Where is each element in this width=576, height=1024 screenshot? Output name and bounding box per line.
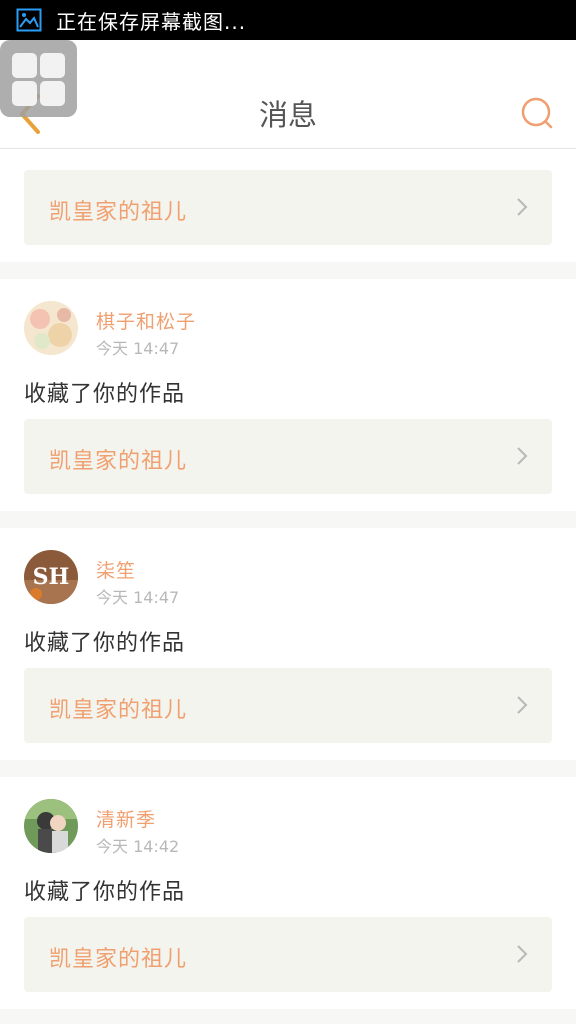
- work-title: 凯皇家的祖儿: [49, 947, 188, 972]
- username[interactable]: 棋子和松子: [96, 307, 196, 334]
- work-title: 凯皇家的祖儿: [49, 698, 188, 723]
- action-text: 收藏了你的作品: [24, 880, 186, 905]
- action-text: 收藏了你的作品: [24, 382, 186, 407]
- timestamp: 今天 14:47: [96, 588, 180, 607]
- nav-bar: 消息: [0, 40, 576, 149]
- menu-grid-cell: [40, 53, 65, 78]
- work-title: 凯皇家的祖儿: [49, 449, 188, 474]
- menu-grid-cell: [12, 53, 37, 78]
- page-title: 消息: [258, 98, 317, 132]
- message-card: 清新季 今天 14:42 收藏了你的作品 凯皇家的祖儿: [0, 777, 576, 1009]
- avatar[interactable]: [24, 301, 78, 355]
- action-text: 收藏了你的作品: [24, 631, 186, 656]
- menu-grid-cell: [40, 81, 65, 106]
- avatar[interactable]: [24, 799, 78, 853]
- username[interactable]: 柒笙: [96, 556, 136, 583]
- chevron-right-icon: [517, 945, 528, 963]
- chevron-right-icon: [517, 696, 528, 714]
- work-link[interactable]: 凯皇家的祖儿: [24, 668, 552, 743]
- work-title: 凯皇家的祖儿: [49, 200, 188, 225]
- chevron-right-icon: [517, 447, 528, 465]
- menu-grid-cell: [12, 81, 37, 106]
- message-card: SH 柒笙 今天 14:47 收藏了你的作品 凯皇家的祖儿: [0, 528, 576, 760]
- status-bar: 正在保存屏幕截图...: [0, 0, 576, 40]
- floating-menu-button[interactable]: [0, 40, 77, 117]
- username[interactable]: 清新季: [96, 805, 156, 832]
- timestamp: 今天 14:47: [96, 339, 180, 358]
- status-text: 正在保存屏幕截图...: [56, 9, 247, 34]
- message-card: 棋子和松子 今天 14:47 收藏了你的作品 凯皇家的祖儿: [0, 279, 576, 511]
- chevron-right-icon: [517, 198, 528, 216]
- work-link[interactable]: 凯皇家的祖儿: [24, 419, 552, 494]
- search-icon[interactable]: [520, 96, 554, 130]
- timestamp: 今天 14:42: [96, 837, 180, 856]
- svg-text:SH: SH: [33, 564, 70, 590]
- screenshot-icon: [16, 8, 42, 32]
- work-link[interactable]: 凯皇家的祖儿: [24, 917, 552, 992]
- avatar[interactable]: SH: [24, 550, 78, 604]
- message-card-partial: 凯皇家的祖儿: [0, 149, 576, 262]
- work-link[interactable]: 凯皇家的祖儿: [24, 170, 552, 245]
